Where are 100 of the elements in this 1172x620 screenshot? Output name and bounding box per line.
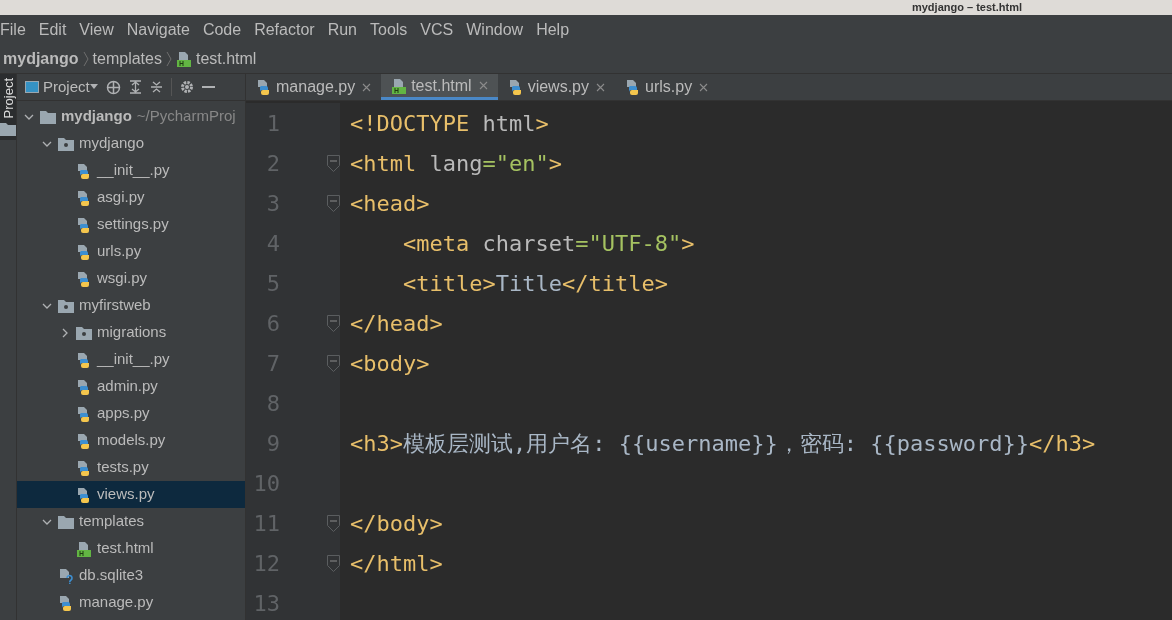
- python-file-icon: [76, 378, 92, 395]
- settings-icon[interactable]: [179, 80, 194, 94]
- close-icon[interactable]: [362, 82, 372, 92]
- menu-item[interactable]: Edit: [38, 18, 67, 42]
- python-file-icon: [76, 216, 92, 233]
- locate-icon[interactable]: [105, 79, 121, 95]
- tree-item[interactable]: templates: [17, 508, 245, 535]
- tree-item-label: apps.py: [97, 403, 150, 424]
- tree-item-label: tests.py: [97, 457, 149, 478]
- tab-label: views.py: [527, 77, 589, 97]
- tree-item-label: test.html: [97, 538, 154, 559]
- editor-tab[interactable]: views.py: [497, 74, 615, 100]
- fold-marker-icon[interactable]: [327, 194, 340, 212]
- editor-tab[interactable]: urls.py: [615, 74, 719, 100]
- code-line: <h3>模板层测试,用户名: {{username}}，密码: {{password}}</h3>: [350, 429, 1096, 458]
- fold-marker-icon[interactable]: [327, 354, 340, 372]
- code-line: </body>: [350, 509, 443, 538]
- tree-item[interactable]: mydjango ~/PycharmProj: [17, 103, 245, 130]
- python-file-icon: [625, 79, 641, 95]
- unknown-file-icon: [58, 567, 74, 584]
- fold-marker-icon[interactable]: [327, 314, 340, 332]
- folder-icon: [58, 514, 74, 529]
- menu-item[interactable]: Window: [466, 18, 524, 42]
- breadcrumb-item[interactable]: mydjango: [3, 47, 79, 71]
- tree-item[interactable]: test.html: [17, 535, 245, 562]
- tree-item-label: manage.py: [79, 592, 154, 613]
- tree-item[interactable]: migrations: [17, 319, 245, 346]
- folder-icon: [40, 109, 56, 124]
- tree-item-label: migrations: [97, 322, 167, 343]
- tree-item[interactable]: apps.py: [17, 400, 245, 427]
- menu-item[interactable]: Tools: [370, 18, 408, 42]
- folder-icon: [58, 298, 74, 313]
- python-file-icon: [76, 405, 92, 422]
- python-file-icon: [76, 351, 92, 368]
- chevron-right-icon[interactable]: [60, 327, 70, 338]
- breadcrumb-separator-icon: [82, 51, 89, 67]
- menu-item[interactable]: Refactor: [254, 18, 315, 42]
- tree-item-label: urls.py: [97, 241, 142, 262]
- tab-label: manage.py: [276, 77, 356, 97]
- breadcrumb-item[interactable]: test.html: [195, 47, 257, 71]
- expand-all-icon[interactable]: [128, 80, 142, 94]
- project-stripe-button[interactable]: Project: [0, 74, 16, 141]
- close-icon[interactable]: [596, 82, 605, 92]
- code-line: </head>: [350, 309, 443, 338]
- code-line: <html lang="en">: [350, 149, 562, 178]
- python-file-icon: [76, 486, 92, 503]
- tree-item[interactable]: asgi.py: [17, 184, 245, 211]
- python-file-icon: [76, 432, 92, 449]
- tree-item[interactable]: mydjango: [17, 130, 245, 157]
- caret-icon: [89, 84, 98, 90]
- folder-icon: [58, 136, 74, 151]
- tree-item-label: mydjango: [79, 133, 145, 154]
- breadcrumb-item[interactable]: templates: [92, 47, 162, 71]
- menu-item[interactable]: VCS: [420, 18, 454, 42]
- editor-tab[interactable]: test.html: [381, 74, 498, 100]
- menu-item[interactable]: Navigate: [126, 18, 190, 42]
- tree-item[interactable]: db.sqlite3: [17, 562, 245, 589]
- project-view-dropdown[interactable]: Project: [43, 75, 98, 99]
- tree-item[interactable]: settings.py: [17, 211, 245, 238]
- tree-item-label: admin.py: [97, 376, 158, 397]
- tab-label: test.html: [411, 75, 472, 96]
- menu-item[interactable]: File: [0, 18, 26, 42]
- fold-marker-icon[interactable]: [327, 554, 340, 572]
- python-file-icon: [76, 270, 92, 287]
- menu-item[interactable]: Code: [202, 18, 242, 42]
- python-file-icon: [76, 243, 92, 260]
- code-line: <title>Title</title>: [401, 269, 668, 298]
- tab-label: urls.py: [645, 77, 693, 97]
- editor-tab[interactable]: manage.py: [246, 74, 382, 100]
- close-icon[interactable]: [699, 82, 709, 92]
- panel-icon: [25, 81, 39, 93]
- tree-item-label: __init__.py: [97, 349, 170, 370]
- tree-item[interactable]: views.py: [17, 481, 245, 508]
- tree-item[interactable]: manage.py: [17, 589, 245, 616]
- tree-item-label: templates: [79, 511, 145, 532]
- menu-item[interactable]: Help: [536, 18, 570, 42]
- tree-item[interactable]: tests.py: [17, 454, 245, 481]
- tree-item-label: wsgi.py: [97, 268, 148, 289]
- tree-item[interactable]: __init__.py: [17, 346, 245, 373]
- python-file-icon: [76, 162, 92, 179]
- tree-item[interactable]: models.py: [17, 427, 245, 454]
- fold-marker-icon[interactable]: [327, 514, 340, 532]
- python-file-icon: [58, 594, 74, 611]
- menu-item[interactable]: View: [79, 18, 114, 42]
- folder-icon: [76, 325, 92, 340]
- tree-item-label: models.py: [97, 430, 166, 451]
- html-file-icon: [76, 540, 92, 557]
- tree-item-label: settings.py: [97, 214, 169, 235]
- menu-item[interactable]: Run: [327, 18, 357, 42]
- code-line: <!DOCTYPE html>: [350, 109, 549, 138]
- tree-item[interactable]: wsgi.py: [17, 265, 245, 292]
- minimize-icon[interactable]: [201, 85, 215, 89]
- fold-marker-icon[interactable]: [327, 154, 340, 172]
- tree-item[interactable]: urls.py: [17, 238, 245, 265]
- code-line: <head>: [350, 189, 430, 218]
- code-line: </html>: [350, 549, 443, 578]
- tree-item[interactable]: myfirstweb: [17, 292, 245, 319]
- tree-item[interactable]: __init__.py: [17, 157, 245, 184]
- collapse-all-icon[interactable]: [149, 80, 163, 94]
- tree-item[interactable]: admin.py: [17, 373, 245, 400]
